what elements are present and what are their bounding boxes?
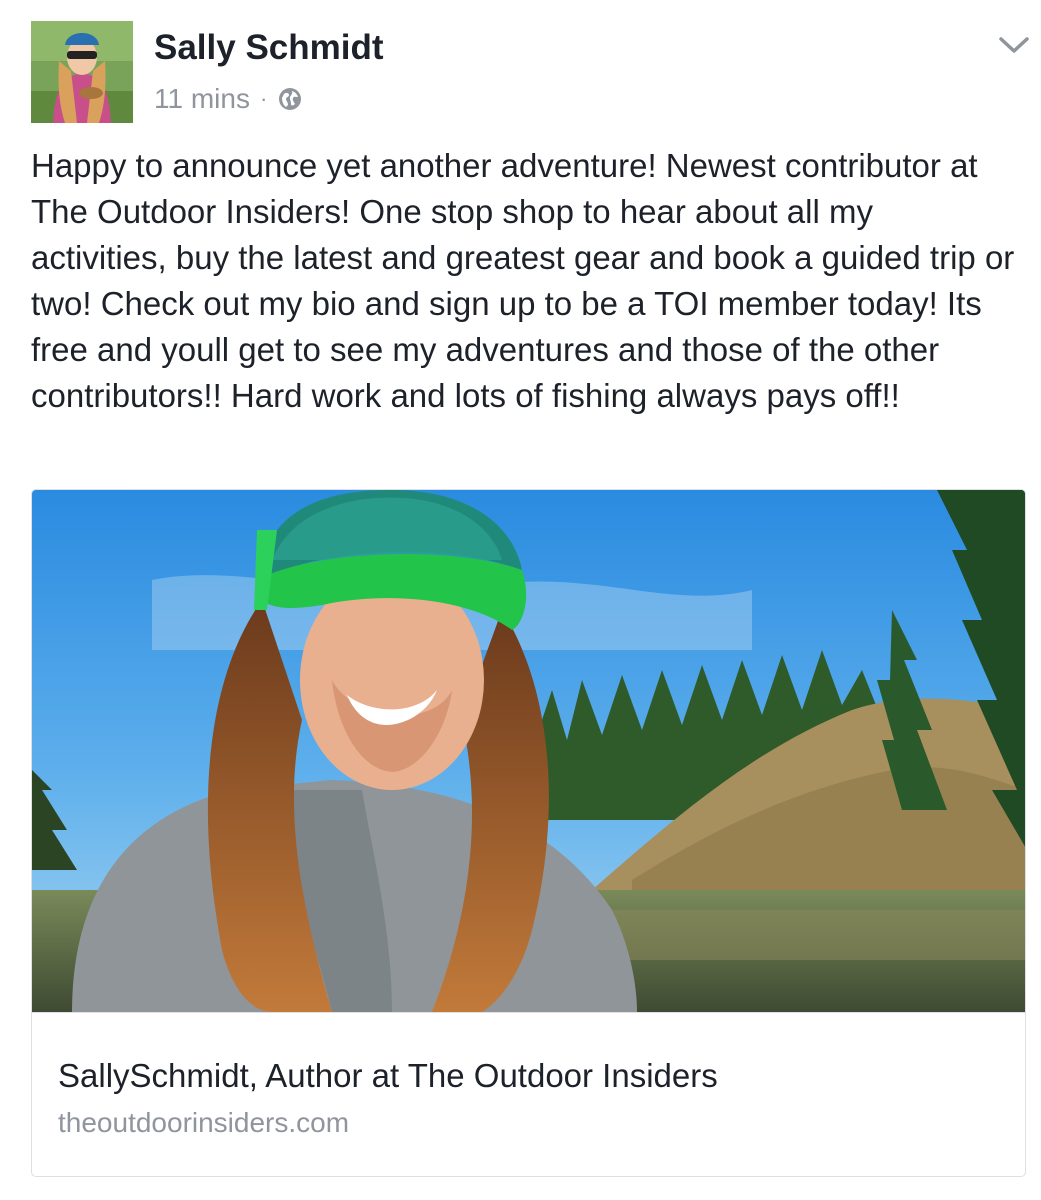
author-avatar[interactable] — [31, 21, 133, 123]
author-name[interactable]: Sally Schmidt — [154, 28, 384, 68]
post-text: Happy to announce yet another adventure!… — [31, 147, 1015, 414]
post-meta: 11 mins · — [154, 82, 303, 116]
chevron-down-icon[interactable] — [996, 30, 1032, 60]
link-preview-card[interactable]: SallySchmidt, Author at The Outdoor Insi… — [31, 489, 1026, 1177]
link-preview-title[interactable]: SallySchmidt, Author at The Outdoor Insi… — [58, 1057, 718, 1095]
avatar-photo — [31, 21, 133, 123]
globe-icon[interactable] — [277, 86, 303, 112]
link-preview-footer: SallySchmidt, Author at The Outdoor Insi… — [32, 1012, 1025, 1176]
post-timestamp[interactable]: 11 mins — [154, 83, 250, 115]
link-preview-image — [32, 490, 1025, 1012]
meta-separator: · — [259, 86, 268, 111]
feed-post: Sally Schmidt 11 mins · Happy to announc… — [0, 0, 1041, 1200]
link-preview-domain: theoutdoorinsiders.com — [58, 1107, 350, 1138]
